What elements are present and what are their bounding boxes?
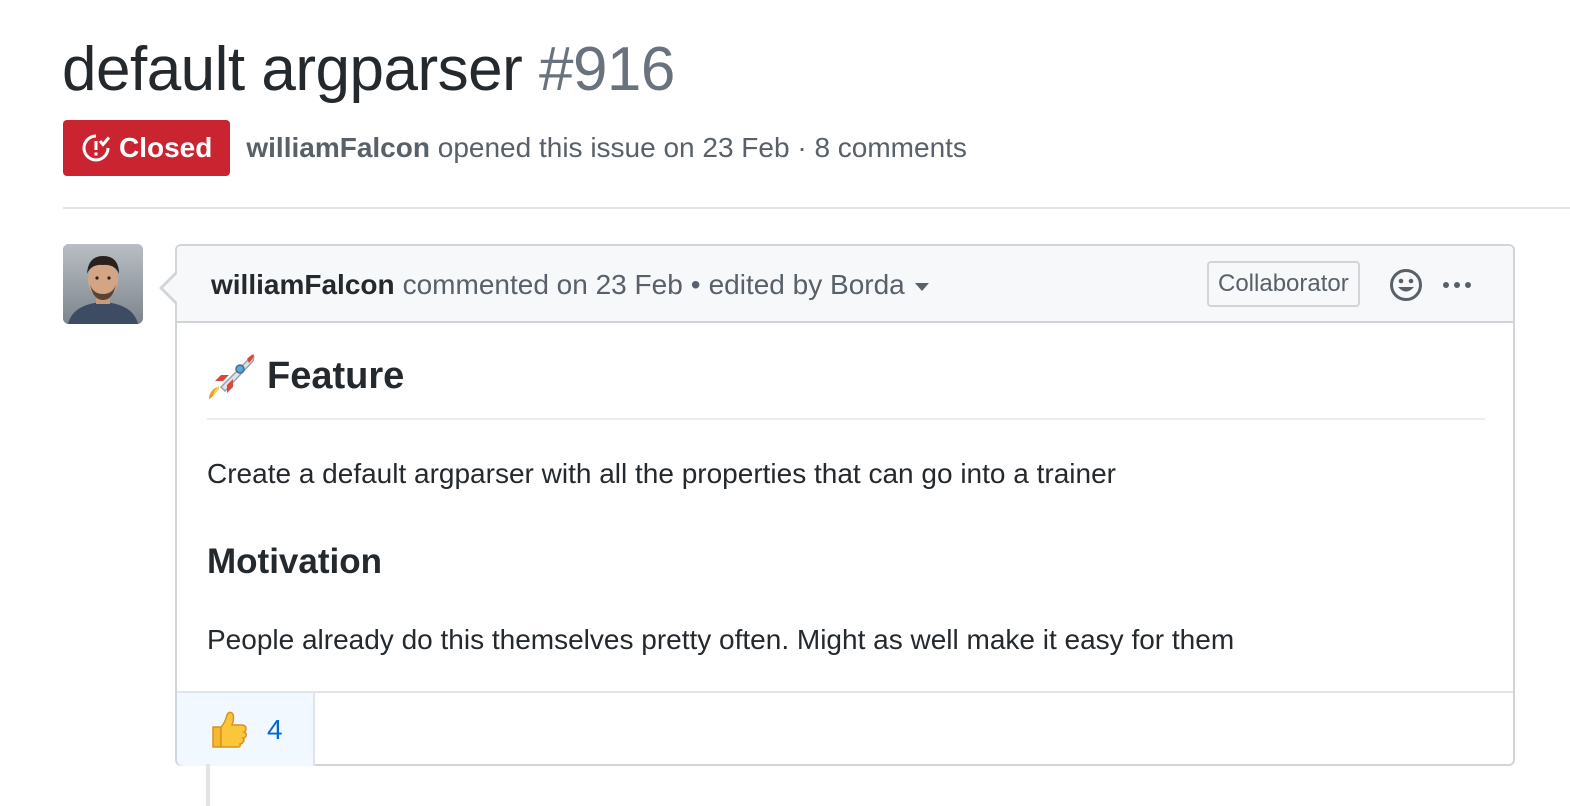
comment-author-link[interactable]: williamFalcon (211, 269, 395, 301)
issue-meta: Closed williamFalcon opened this issue o… (63, 120, 967, 176)
avatar-image (63, 244, 143, 324)
comment-header-text: williamFalcon commented on 23 Feb • edit… (211, 246, 929, 323)
issue-opened-text: opened this issue on 23 Feb · 8 comments (437, 132, 967, 163)
issue-meta-text: williamFalcon opened this issue on 23 Fe… (246, 132, 967, 164)
comment-timestamp[interactable]: commented on 23 Feb (403, 269, 683, 301)
feature-heading-text: Feature (267, 354, 405, 397)
edited-by-dropdown[interactable]: edited by Borda (709, 269, 905, 301)
issue-page: default argparser #916 Closed williamFal… (0, 0, 1570, 806)
issue-title-text: default argparser (62, 35, 523, 104)
more-options-button[interactable] (1441, 268, 1473, 302)
role-badge: Collaborator (1207, 261, 1360, 307)
feature-paragraph: Create a default argparser with all the … (207, 458, 1116, 489)
status-label: Closed (119, 132, 213, 163)
thumbs-up-reaction-button[interactable]: 4 (177, 693, 315, 766)
chevron-down-icon[interactable] (914, 282, 929, 291)
kebab-horizontal-icon (1443, 282, 1471, 288)
feature-heading: Feature (207, 346, 1485, 420)
reactions-bar: 4 (177, 691, 1513, 766)
add-reaction-button[interactable] (1389, 268, 1423, 302)
reaction-count: 4 (267, 713, 283, 745)
status-badge: Closed (63, 120, 231, 176)
comment-body: Feature Create a default argparser with … (207, 346, 1485, 655)
motivation-paragraph: People already do this themselves pretty… (207, 624, 1235, 655)
issue-number: #916 (538, 35, 675, 104)
header-divider (63, 207, 1570, 209)
smiley-icon (1390, 269, 1422, 301)
motivation-heading: Motivation (207, 542, 382, 581)
avatar[interactable] (63, 244, 143, 324)
issue-title: default argparser #916 (62, 30, 675, 110)
comment-box: williamFalcon commented on 23 Feb • edit… (159, 244, 1515, 766)
header-separator: • (690, 268, 701, 300)
issue-closed-icon (82, 134, 111, 162)
timeline-connector (206, 764, 210, 806)
thumbs-up-icon (212, 711, 247, 748)
issue-author-link[interactable]: williamFalcon (246, 132, 430, 163)
comment-header: williamFalcon commented on 23 Feb • edit… (177, 246, 1513, 323)
rocket-icon (209, 354, 255, 399)
